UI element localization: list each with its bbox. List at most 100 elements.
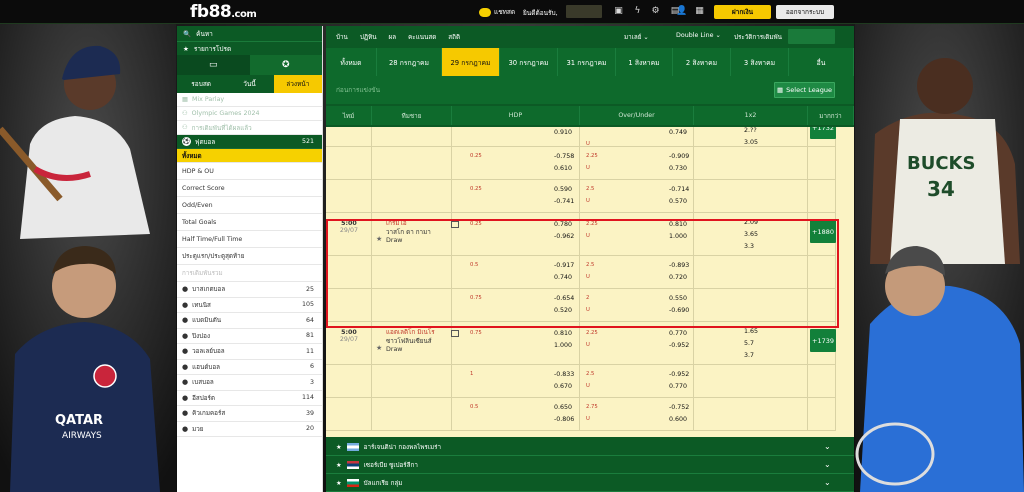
- stats-icon[interactable]: [451, 221, 459, 228]
- hdp-away-odds[interactable]: 0.740: [554, 274, 572, 281]
- mode-today[interactable]: วันนี้: [225, 75, 273, 93]
- sidebar-search[interactable]: 🔍 ค้นหา: [177, 26, 322, 41]
- over-odds[interactable]: -0.714: [669, 186, 689, 193]
- hdp-away-odds[interactable]: 0.610: [554, 165, 572, 172]
- date-tab[interactable]: อื่น: [789, 48, 854, 76]
- league-row[interactable]: ★ อาร์เจนติน่า กองพลไพรเมร่า ⌄: [326, 439, 854, 456]
- hdp-home-odds[interactable]: -0.917: [554, 262, 574, 269]
- sidebar-market-item[interactable]: Odd/Even: [177, 197, 322, 214]
- sidebar-market-item[interactable]: Total Goals: [177, 214, 322, 231]
- date-tab[interactable]: ทั้งหมด: [326, 48, 377, 76]
- hdp-home-odds[interactable]: 0.590: [554, 186, 572, 193]
- sidebar-sport-item[interactable]: ● คิวเกมคอร์ส 39: [177, 406, 322, 422]
- sidebar-market-item[interactable]: Correct Score: [177, 180, 322, 197]
- over-odds[interactable]: -0.952: [669, 371, 689, 378]
- league-row[interactable]: ★ บัลแกเรีย กลุ่ม ⌄: [326, 475, 854, 492]
- logout-button[interactable]: ออกจากระบบ: [776, 5, 834, 19]
- over-odds[interactable]: 0.810: [669, 221, 687, 228]
- tab-list-view[interactable]: ▭: [177, 55, 250, 75]
- select-league-button[interactable]: ▦ Select League: [774, 82, 835, 98]
- more-markets-button[interactable]: +1880: [810, 220, 836, 243]
- sidebar-market-item[interactable]: HDP & OU: [177, 163, 322, 180]
- bet-history-link[interactable]: ประวัติการเดิมพัน: [734, 32, 782, 42]
- hdp-away-odds[interactable]: 0.520: [554, 307, 572, 314]
- deposit-button[interactable]: ฝากเงิน: [714, 5, 771, 19]
- user-icon[interactable]: 👤: [676, 6, 687, 17]
- settings-icon[interactable]: ⚙: [650, 6, 661, 17]
- more-markets-button[interactable]: +1732: [810, 127, 836, 139]
- tab-sports-view[interactable]: ✪: [249, 55, 322, 75]
- sidebar-favorites[interactable]: ★ รายการโปรด: [177, 41, 322, 55]
- date-tab[interactable]: 2 สิงหาคม: [673, 48, 731, 76]
- nav-calendar[interactable]: ปฏิทิน: [360, 32, 377, 42]
- favorite-star-icon[interactable]: ★: [376, 235, 382, 243]
- sidebar-item-all[interactable]: ทั้งหมด: [177, 149, 322, 163]
- under-odds[interactable]: 1.000: [669, 233, 687, 240]
- date-tab[interactable]: 30 กรกฎาคม: [500, 48, 558, 76]
- sidebar-item-outright[interactable]: ⚇ การเดิมพันที่ได้ผลแล้ว: [177, 121, 322, 135]
- chevron-down-icon[interactable]: ⌄: [824, 478, 831, 487]
- date-tab[interactable]: 28 กรกฎาคม: [377, 48, 442, 76]
- hdp-away-odds[interactable]: -0.741: [554, 198, 574, 205]
- account-icon[interactable]: ▦: [694, 6, 705, 17]
- sidebar-item-olympic[interactable]: ⚇ Olympic Games 2024: [177, 107, 322, 121]
- sidebar-sport-item[interactable]: ● ปิงปอง 81: [177, 329, 322, 344]
- over-odds[interactable]: 0.749: [669, 129, 687, 136]
- star-icon[interactable]: ★: [336, 462, 342, 469]
- hdp-away-odds[interactable]: 0.670: [554, 383, 572, 390]
- under-odds[interactable]: 0.770: [669, 383, 687, 390]
- scrollbar[interactable]: [836, 127, 854, 437]
- away-win-odds[interactable]: 5.7: [744, 340, 754, 347]
- hdp-away-odds[interactable]: -0.962: [554, 233, 574, 240]
- date-tab[interactable]: 3 สิงหาคม: [731, 48, 789, 76]
- home-win-odds[interactable]: 2.??: [744, 127, 757, 134]
- draw-odds[interactable]: 3.7: [744, 352, 754, 359]
- favorite-star-icon[interactable]: ★: [376, 344, 382, 352]
- over-odds[interactable]: 0.550: [669, 295, 687, 302]
- sidebar-item-football[interactable]: ⚽ ฟุตบอล 521: [177, 135, 322, 149]
- hdp-home-odds[interactable]: 0.810: [554, 330, 572, 337]
- mode-early[interactable]: ล่วงหน้า: [273, 75, 322, 93]
- under-odds[interactable]: -0.952: [669, 342, 689, 349]
- hdp-away-odds[interactable]: -0.806: [554, 416, 574, 423]
- match-teams[interactable]: Draw: [386, 127, 402, 130]
- nav-live-score[interactable]: คะแนนสด: [408, 32, 436, 42]
- over-odds[interactable]: -0.893: [669, 262, 689, 269]
- hdp-home-odds[interactable]: -0.654: [554, 295, 574, 302]
- sidebar-sport-item[interactable]: ● วอลเลย์บอล 11: [177, 344, 322, 360]
- sidebar-sport-item[interactable]: ● เบสบอล 3: [177, 375, 322, 391]
- sidebar-sport-item[interactable]: ● เทนนิส 105: [177, 298, 322, 313]
- home-win-odds[interactable]: 1.65: [744, 328, 758, 335]
- sidebar-market-item[interactable]: การเดิมพันรวม: [177, 265, 322, 282]
- favorite-star-icon[interactable]: ★: [376, 127, 382, 129]
- hdp-home-odds[interactable]: 0.650: [554, 404, 572, 411]
- market-type-select[interactable]: มาเลย์ ⌄: [624, 32, 649, 42]
- chevron-down-icon[interactable]: ⌄: [824, 442, 831, 451]
- over-odds[interactable]: -0.909: [669, 153, 689, 160]
- date-tab[interactable]: 29 กรกฎาคม: [442, 48, 500, 76]
- over-odds[interactable]: 0.770: [669, 330, 687, 337]
- lightning-icon[interactable]: ϟ: [632, 6, 643, 17]
- stats-icon[interactable]: [451, 330, 459, 337]
- sidebar-sport-item[interactable]: ● แฮนด์บอล 6: [177, 360, 322, 375]
- fb88-logo[interactable]: fb88.com: [190, 4, 257, 23]
- hdp-home-odds[interactable]: 0.780: [554, 221, 572, 228]
- nav-results[interactable]: ผล: [389, 32, 397, 42]
- away-win-odds[interactable]: 3.05: [744, 139, 758, 146]
- hdp-home-odds[interactable]: 0.910: [554, 129, 572, 136]
- refresh-box[interactable]: [788, 29, 835, 44]
- match-teams[interactable]: แอตเลติโก มิเนโร ซาวโฟลินเซียนส์ Draw: [386, 329, 435, 355]
- sidebar-sport-item[interactable]: ● บาสเกตบอล 25: [177, 282, 322, 298]
- sidebar-market-item[interactable]: Half Time/Full Time: [177, 231, 322, 248]
- sidebar-sport-item[interactable]: ● อีสปอร์ต 114: [177, 391, 322, 406]
- star-icon[interactable]: ★: [336, 480, 342, 487]
- home-win-odds[interactable]: 2.09: [744, 219, 758, 226]
- live-chat-link[interactable]: แชทสด: [479, 7, 515, 17]
- date-tab[interactable]: 31 กรกฎาคม: [558, 48, 616, 76]
- nav-home[interactable]: บ้าน: [336, 32, 348, 42]
- star-icon[interactable]: ★: [336, 444, 342, 451]
- draw-odds[interactable]: 3.3: [744, 243, 754, 250]
- hdp-away-odds[interactable]: 1.000: [554, 342, 572, 349]
- chevron-down-icon[interactable]: ⌄: [824, 460, 831, 469]
- under-odds[interactable]: 0.570: [669, 198, 687, 205]
